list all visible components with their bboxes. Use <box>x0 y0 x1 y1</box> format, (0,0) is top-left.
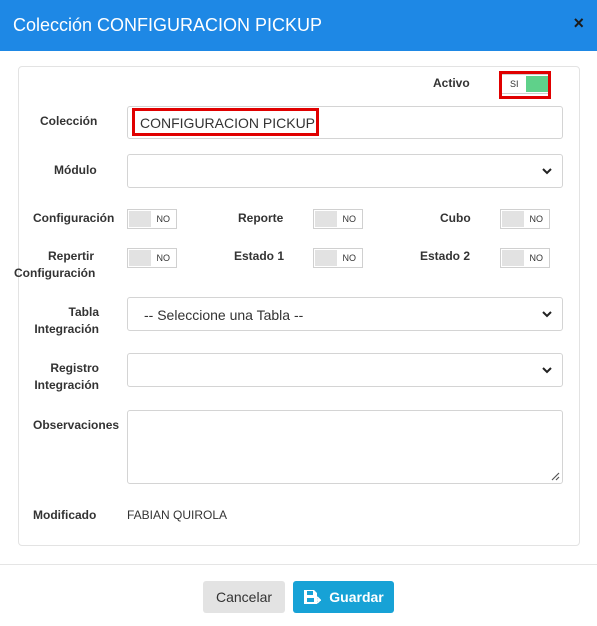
coleccion-highlight <box>132 108 319 136</box>
estado2-toggle-knob <box>502 250 524 266</box>
cubo-toggle-text: NO <box>529 214 544 224</box>
modulo-label: Módulo <box>54 163 97 177</box>
estado1-label: Estado 1 <box>234 249 285 263</box>
repertir-toggle-knob <box>129 250 151 266</box>
configuracion-toggle-knob <box>129 211 151 227</box>
chevron-down-icon <box>542 168 552 175</box>
observaciones-textarea[interactable] <box>127 410 563 484</box>
modificado-label: Modificado <box>33 508 97 522</box>
tabla-select[interactable]: -- Seleccione una Tabla -- <box>127 297 563 331</box>
tabla-label-line2: Integración <box>34 322 99 336</box>
estado2-label: Estado 2 <box>420 249 471 263</box>
activo-highlight <box>499 71 551 99</box>
cubo-toggle[interactable]: NO <box>500 209 550 229</box>
repertir-label: Repertir Configuración <box>14 248 96 282</box>
resize-grip-icon[interactable] <box>550 471 560 481</box>
chevron-down-icon <box>542 367 552 374</box>
configuracion-toggle[interactable]: NO <box>127 209 177 229</box>
registro-label: Registro Integración <box>19 360 99 394</box>
estado1-toggle-knob <box>315 250 337 266</box>
modificado-value: FABIAN QUIROLA <box>127 508 228 522</box>
estado2-toggle-text: NO <box>529 253 544 263</box>
footer-divider <box>0 564 597 565</box>
cubo-label: Cubo <box>440 211 471 225</box>
observaciones-label: Observaciones <box>33 418 120 432</box>
configuracion-label: Configuración <box>33 211 115 225</box>
tabla-value: -- Seleccione una Tabla -- <box>144 307 304 323</box>
chevron-down-icon <box>542 311 552 318</box>
dialog-title: Colección CONFIGURACION PICKUP <box>13 15 323 35</box>
repertir-label-line1: Repertir <box>47 249 94 263</box>
estado1-toggle-text: NO <box>342 253 357 263</box>
dialog-header: Colección CONFIGURACION PICKUP × <box>0 0 597 51</box>
reporte-toggle-knob <box>315 211 337 227</box>
cancel-button[interactable]: Cancelar <box>203 581 285 613</box>
cancel-button-label: Cancelar <box>215 589 273 605</box>
reporte-toggle[interactable]: NO <box>313 209 363 229</box>
repertir-toggle[interactable]: NO <box>127 248 177 268</box>
close-icon[interactable]: × <box>573 13 584 34</box>
save-button[interactable]: Guardar <box>293 581 394 613</box>
form-panel: Activo SI Colección CONFIGURACION PICKUP… <box>14 66 580 546</box>
repertir-toggle-text: NO <box>156 253 171 263</box>
reporte-label: Reporte <box>238 211 284 225</box>
repertir-label-line2: Configuración <box>14 266 96 280</box>
estado2-toggle[interactable]: NO <box>500 248 550 268</box>
activo-label: Activo <box>433 76 470 90</box>
cubo-toggle-knob <box>502 211 524 227</box>
reporte-toggle-text: NO <box>342 214 357 224</box>
modulo-select[interactable] <box>127 154 563 188</box>
save-icon <box>304 590 322 604</box>
registro-label-line2: Integración <box>34 378 99 392</box>
tabla-label-line1: Tabla <box>68 305 99 319</box>
configuracion-toggle-text: NO <box>156 214 171 224</box>
registro-label-line1: Registro <box>50 361 99 375</box>
estado1-toggle[interactable]: NO <box>313 248 363 268</box>
tabla-label: Tabla Integración <box>19 304 99 338</box>
save-button-label: Guardar <box>329 589 384 605</box>
coleccion-label: Colección <box>40 114 98 128</box>
registro-select[interactable] <box>127 353 563 387</box>
